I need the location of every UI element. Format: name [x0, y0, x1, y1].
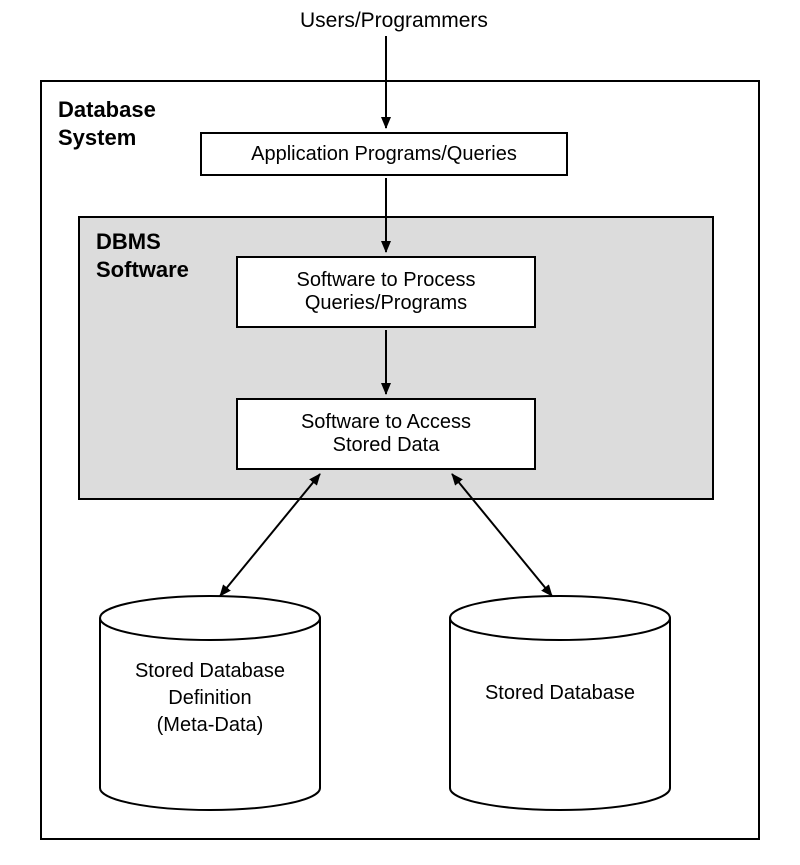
meta-data-label-line3: (Meta-Data) [157, 714, 264, 736]
diagram-canvas: Users/Programmers Database System Applic… [0, 0, 800, 865]
process-queries-box: Software to Process Queries/Programs [236, 256, 536, 328]
dbms-software-label-line1: DBMS [96, 228, 161, 256]
users-programmers-label: Users/Programmers [300, 8, 488, 34]
access-stored-data-label-line1: Software to Access [301, 411, 471, 434]
database-system-label-line1: Database [58, 96, 156, 124]
meta-data-label-line2: Definition [168, 687, 251, 709]
stored-database-cylinder-label: Stored Database [450, 680, 670, 707]
database-system-label-line2: System [58, 124, 136, 152]
access-stored-data-box: Software to Access Stored Data [236, 398, 536, 470]
application-programs-box: Application Programs/Queries [200, 132, 568, 176]
meta-data-cylinder-label: Stored Database Definition (Meta-Data) [100, 658, 320, 739]
meta-data-label-line1: Stored Database [135, 660, 285, 682]
stored-database-label-line1: Stored Database [485, 682, 635, 704]
dbms-software-label-line2: Software [96, 256, 189, 284]
process-queries-label-line1: Software to Process [297, 269, 476, 292]
process-queries-label-line2: Queries/Programs [305, 292, 467, 315]
access-stored-data-label-line2: Stored Data [333, 434, 440, 457]
application-programs-label: Application Programs/Queries [251, 143, 517, 166]
